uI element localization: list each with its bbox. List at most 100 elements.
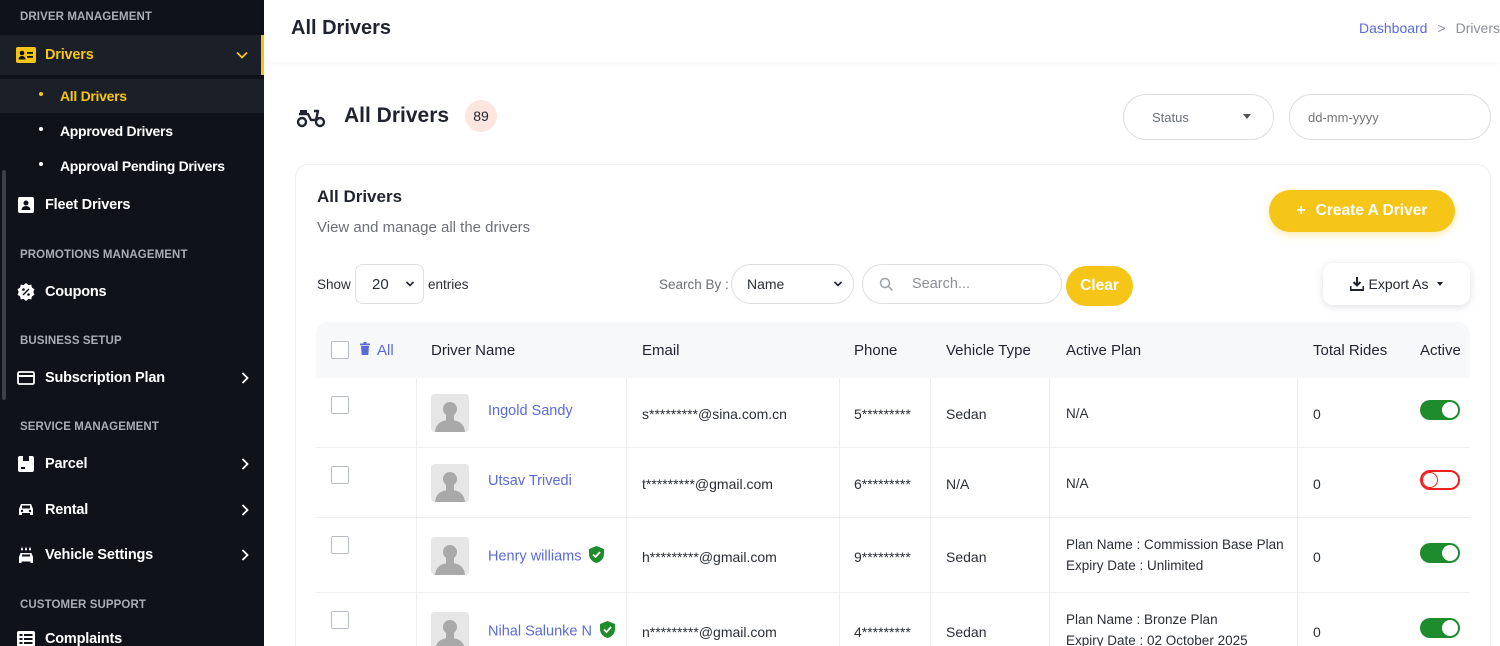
page-title: All Drivers [291,17,392,39]
date-filter-input[interactable] [1289,94,1491,140]
column-divider [626,518,627,592]
sidebar-item-rental[interactable]: Rental [0,490,264,530]
sidebar-item-vehicle-settings[interactable]: Vehicle Settings [0,535,264,575]
chevron-right-icon [241,458,249,470]
column-header-active-plan: Active Plan [1066,342,1142,359]
sidebar-subitem-all-drivers[interactable]: All Drivers [0,79,264,113]
column-divider [930,378,931,447]
search-by-select[interactable]: Name [731,264,854,304]
export-dropdown-button[interactable]: Export As [1323,263,1470,305]
status-filter-select[interactable]: Status [1123,94,1274,140]
column-header-vehicle-type: Vehicle Type [946,342,1031,359]
plan-expiry: Expiry Date : 02 October 2025 [1066,632,1248,646]
sidebar-item-label: Fleet Drivers [45,197,131,213]
toggle-knob [1442,402,1458,418]
sidebar-item-subscription-plan[interactable]: Subscription Plan [0,358,264,398]
table-row: Henry williams h*********@gmail.com 9*****… [316,518,1470,593]
sidebar-item-drivers[interactable]: Drivers [0,35,264,75]
section-heading-promotions: PROMOTIONS MANAGEMENT [20,249,188,261]
section-heading-service-management: SERVICE MANAGEMENT [20,421,159,433]
search-icon [879,277,894,291]
phone-cell: 9********* [854,548,911,565]
column-header-email: Email [642,342,680,359]
chevron-down-icon [405,281,415,287]
driver-name-link[interactable]: Utsav Trivedi [488,473,572,489]
vehicle-type-cell: Sedan [946,548,987,565]
sidebar-subitem-approved-drivers[interactable]: Approved Drivers [0,114,264,148]
list-icon [16,629,36,646]
sidebar-item-parcel[interactable]: Parcel [0,444,264,484]
active-plan-cell: N/A [1066,406,1089,421]
sidebar-subitem-approval-pending-drivers[interactable]: Approval Pending Drivers [0,149,264,183]
plan-expiry: Expiry Date : Unlimited [1066,557,1204,573]
sidebar-item-label: Coupons [45,284,107,300]
clear-button[interactable]: Clear [1066,266,1133,306]
sidebar-item-label: Vehicle Settings [45,547,154,563]
breadcrumb-dashboard-link[interactable]: Dashboard [1359,20,1428,36]
row-checkbox[interactable] [331,396,349,414]
active-toggle[interactable] [1420,542,1460,563]
sidebar-item-coupons[interactable]: Coupons [0,272,264,312]
column-divider [839,518,840,592]
driver-count-badge: 89 [465,100,498,132]
sidebar-item-fleet-drivers[interactable]: Fleet Drivers [0,185,264,225]
column-divider [839,593,840,646]
email-cell: s*********@sina.com.cn [642,406,787,422]
driver-name-link[interactable]: Nihal Salunke N [488,620,615,642]
sidebar-subitem-label: Approval Pending Drivers [60,158,225,174]
column-divider [930,518,931,592]
column-divider [930,593,931,646]
entries-label: entries [428,277,469,292]
section-header: All Drivers 89 [296,98,498,134]
column-divider [416,593,417,646]
driver-name-link[interactable]: Henry williams [488,545,605,567]
column-header-total-rides: Total Rides [1313,342,1388,359]
sidebar-item-label: Parcel [45,456,88,472]
column-divider [1297,518,1298,592]
breadcrumb: Dashboard > Drivers [1359,20,1500,36]
column-divider [626,593,627,646]
contact-card-icon [16,195,36,215]
show-label: Show [317,277,351,292]
verified-shield-icon [599,620,615,638]
drivers-card: All Drivers View and manage all the driv… [295,164,1491,646]
active-toggle[interactable] [1420,470,1460,490]
active-plan-cell: N/A [1066,476,1089,491]
row-checkbox[interactable] [331,611,349,629]
row-checkbox[interactable] [331,466,349,484]
create-driver-button[interactable]: + Create A Driver [1269,190,1455,232]
column-divider [626,378,627,447]
avatar [431,394,469,432]
phone-cell: 6********* [854,476,911,492]
active-toggle[interactable] [1420,400,1460,420]
toggle-knob [1442,619,1458,636]
active-plan-cell: Plan Name : Commission Base Plan Expiry D… [1066,534,1284,576]
chevron-right-icon [241,504,249,516]
select-all-checkbox[interactable] [331,341,349,359]
section-heading-driver-management: DRIVER MANAGEMENT [20,11,153,23]
search-input[interactable] [912,276,1042,292]
plan-name: Plan Name : Commission Base Plan [1066,536,1284,552]
table-row: Utsav Trivedi t*********@gmail.com 6******… [316,448,1470,518]
active-toggle[interactable] [1420,617,1460,638]
id-card-icon [16,45,36,65]
plan-name: Plan Name : Bronze Plan [1066,611,1218,627]
avatar [431,611,469,646]
credit-card-icon [16,368,36,388]
search-box[interactable] [862,264,1062,304]
active-plan-cell: Plan Name : Bronze Plan Expiry Date : 02 … [1066,609,1248,646]
table-header: All Driver Name Email Phone Vehicle Type… [316,322,1470,378]
driver-name-link[interactable]: Ingold Sandy [488,403,573,419]
entries-select[interactable]: 20 [355,264,424,304]
select-all-label[interactable]: All [377,342,394,359]
sidebar-item-label: Rental [45,502,89,518]
toggle-knob [1442,544,1458,561]
plus-icon: + [1296,202,1306,219]
bullet-icon [39,127,43,131]
sidebar-item-complaints[interactable]: Complaints [0,619,264,646]
trash-icon[interactable] [360,342,370,355]
phone-cell: 5********* [854,406,911,422]
chevron-right-icon [241,549,249,561]
caret-down-icon [1243,114,1251,119]
row-checkbox[interactable] [331,536,349,554]
